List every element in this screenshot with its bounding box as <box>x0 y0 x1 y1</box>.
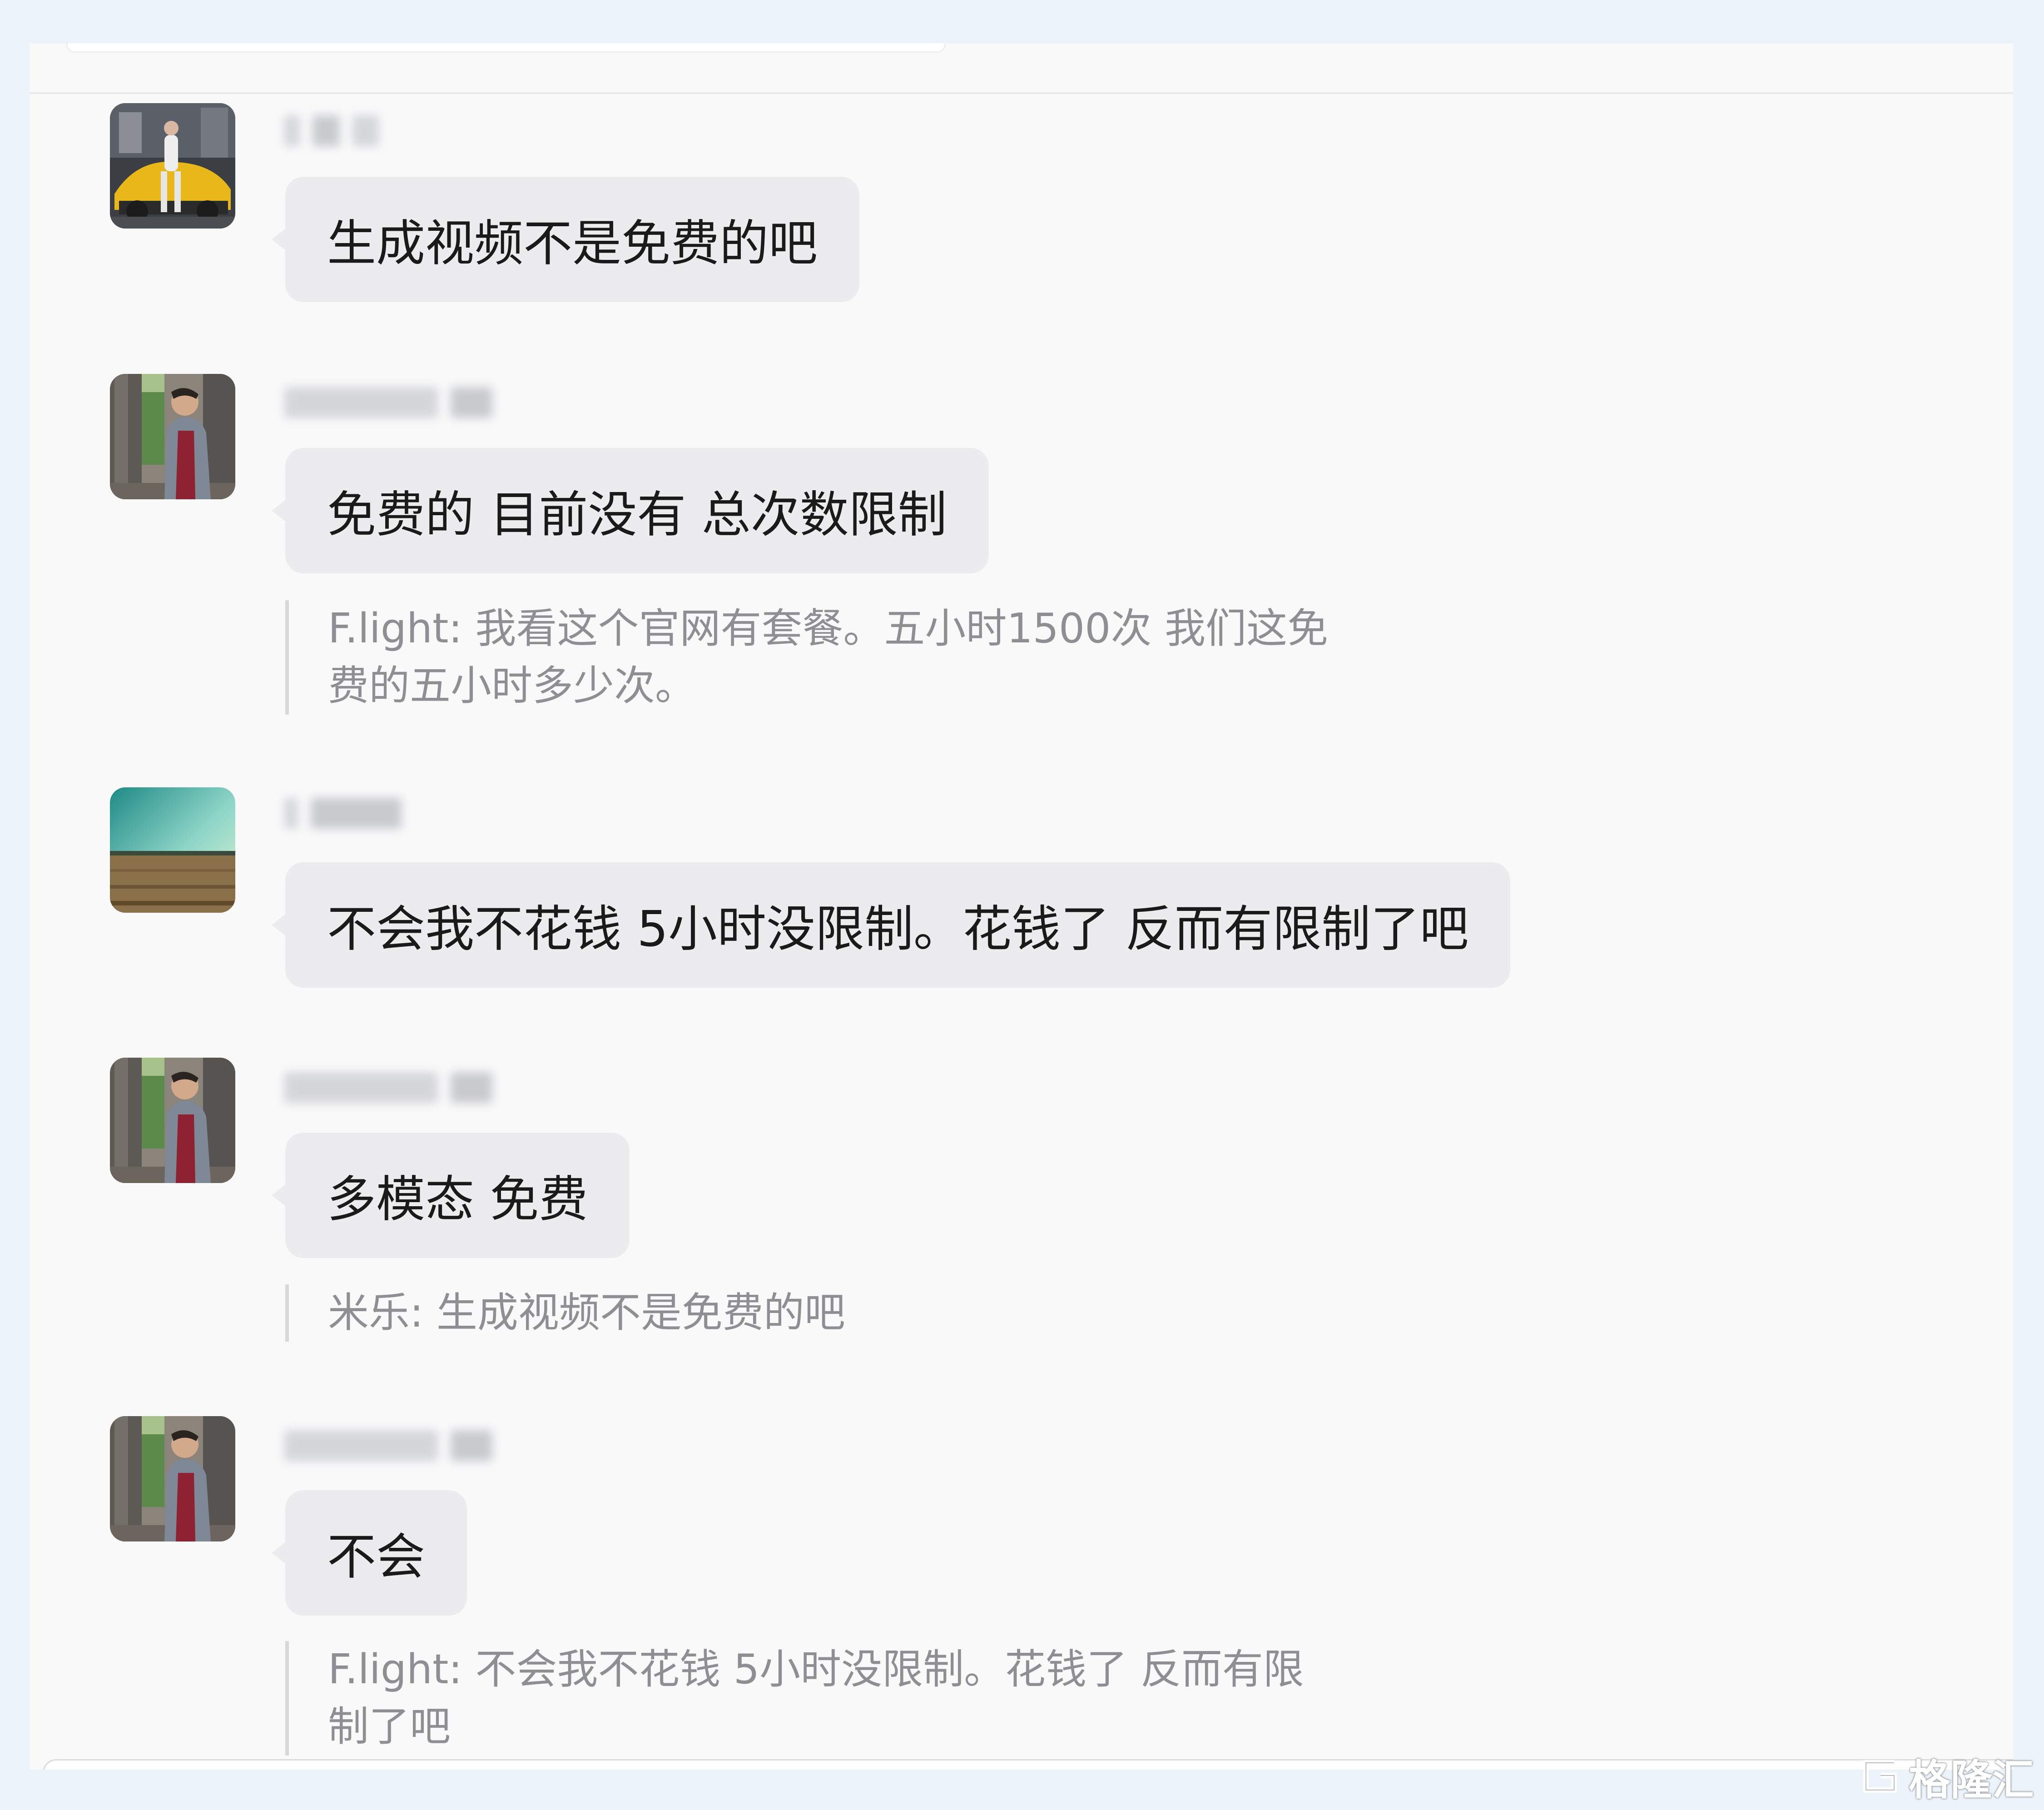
previous-message-edge <box>66 43 946 53</box>
message-bubble[interactable]: 免费的 目前没有 总次数限制 <box>272 448 989 573</box>
sender-name-blurred <box>284 1423 492 1468</box>
message-bubble[interactable]: 多模态 免费 <box>271 1133 630 1258</box>
message-bubble[interactable]: 生成视频不是免费的吧 <box>271 177 860 302</box>
avatar-photo-field-landscape <box>110 787 235 913</box>
quote-line: F.light: 我看这个官网有套餐。五小时1500次 我们这免 <box>328 605 1328 652</box>
avatar-photo-man-arcade <box>110 374 235 499</box>
avatar[interactable] <box>110 1058 235 1183</box>
message-text: 不会 <box>327 1529 426 1586</box>
sender-name-blurred <box>284 791 402 835</box>
sender-name-blurred <box>284 109 379 153</box>
quote-line: 费的五小时多少次。 <box>328 662 696 710</box>
message-text: 不会我不花钱 5小时没限制。花钱了 反而有限制了吧 <box>327 901 1469 958</box>
quote-line: 制了吧 <box>328 1703 451 1750</box>
message-bubble[interactable]: 不会 <box>271 1490 467 1616</box>
sender-name-blurred <box>284 1065 492 1110</box>
avatar-photo-yellow-car <box>110 103 235 229</box>
message-bubble[interactable]: 不会我不花钱 5小时没限制。花钱了 反而有限制了吧 <box>271 862 1511 988</box>
divider <box>30 92 2013 94</box>
chat-panel: 生成视频不是免费的吧 免费的 目前没有 总次数限制 F.light: 我看这个官… <box>30 43 2013 1770</box>
quoted-reply[interactable]: F.light: 不会我不花钱 5小时没限制。花钱了 反而有限 制了吧 <box>285 1641 1304 1755</box>
quote-line: F.light: 不会我不花钱 5小时没限制。花钱了 反而有限 <box>328 1646 1304 1693</box>
quoted-reply[interactable]: 米乐: 生成视频不是免费的吧 <box>285 1284 845 1342</box>
gelonghui-logo-icon <box>1863 1760 1897 1793</box>
avatar[interactable] <box>110 374 235 499</box>
message-text: 生成视频不是免费的吧 <box>327 215 818 272</box>
avatar-photo-man-arcade <box>110 1058 235 1183</box>
watermark: 格隆汇 <box>1858 1751 2034 1805</box>
sender-name-blurred <box>284 380 492 425</box>
quoted-reply[interactable]: F.light: 我看这个官网有套餐。五小时1500次 我们这免 费的五小时多少… <box>285 600 1328 715</box>
avatar[interactable] <box>110 1416 235 1541</box>
avatar[interactable] <box>110 103 235 229</box>
avatar-photo-man-arcade <box>110 1416 235 1541</box>
avatar[interactable] <box>110 787 235 913</box>
message-text: 多模态 免费 <box>327 1171 588 1228</box>
message-input-edge[interactable] <box>43 1759 2013 1770</box>
message-text: 免费的 目前没有 总次数限制 <box>327 487 947 543</box>
quote-line: 米乐: 生成视频不是免费的吧 <box>328 1289 845 1337</box>
watermark-text: 格隆汇 <box>1909 1755 2034 1805</box>
